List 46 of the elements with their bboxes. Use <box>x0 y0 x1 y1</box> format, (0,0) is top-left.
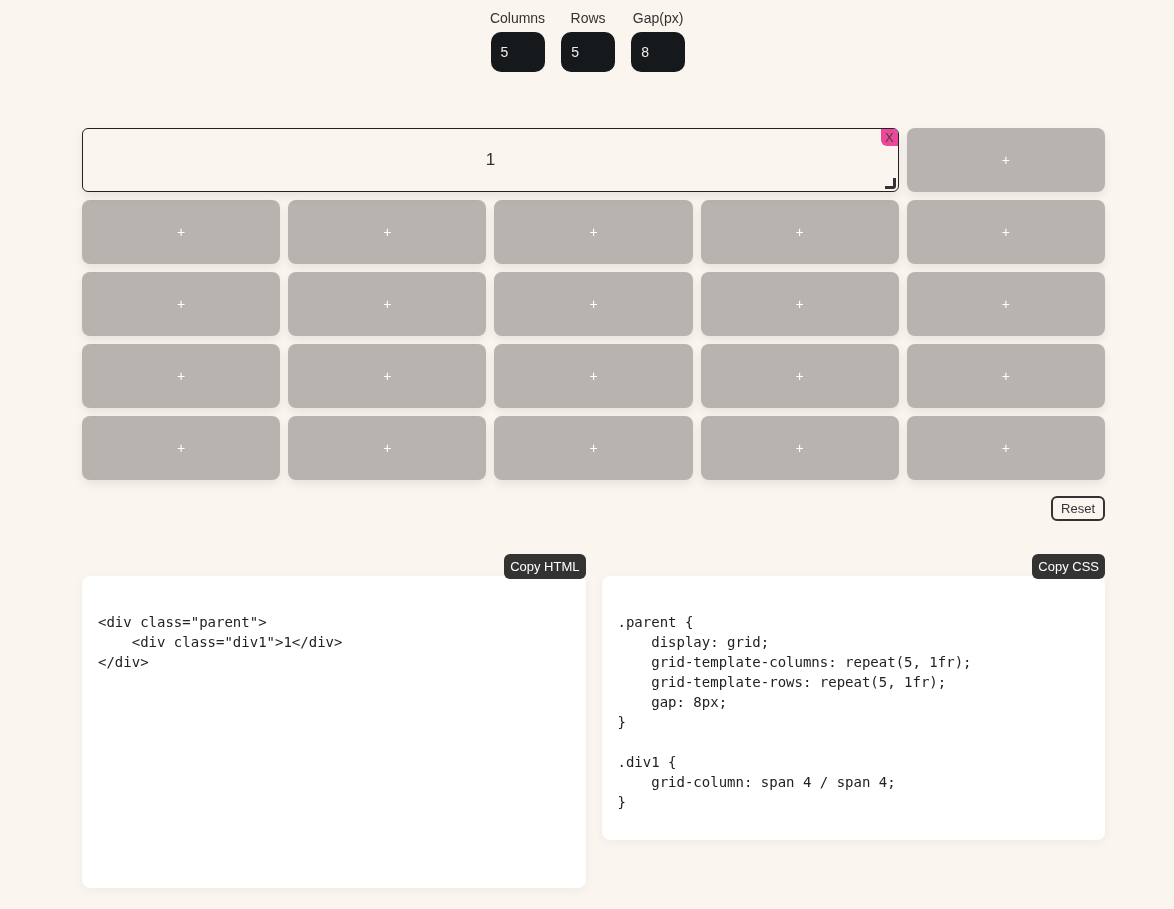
add-cell-button[interactable]: + <box>82 200 281 264</box>
add-cell-button[interactable]: + <box>494 344 693 408</box>
add-cell-button[interactable]: + <box>288 344 487 408</box>
code-line: } <box>617 793 627 812</box>
field-label: Gap(px) <box>632 10 684 26</box>
code-line: .parent { <box>617 613 695 632</box>
copy-button[interactable]: Copy CSS <box>1032 554 1105 579</box>
add-cell-button[interactable]: + <box>700 416 899 480</box>
number-field[interactable]: 8 <box>631 32 686 72</box>
add-cell-button[interactable]: + <box>906 416 1105 480</box>
add-cell-button[interactable]: + <box>906 344 1105 408</box>
code-line: <div class="parent"> <box>98 613 268 632</box>
add-cell-button[interactable]: + <box>906 128 1105 192</box>
number-field[interactable]: 5 <box>561 32 616 72</box>
add-cell-button[interactable]: + <box>700 272 899 336</box>
add-cell-button[interactable]: + <box>82 416 281 480</box>
code-line: display: grid; <box>650 633 771 652</box>
code-line: </div> <box>98 653 150 672</box>
code-line: <div class="div1">1</div> <box>130 633 344 652</box>
item-number: 1 <box>485 150 496 170</box>
field-label: Rows <box>570 10 606 26</box>
code-line: grid-column: span 4 / span 4; <box>650 773 897 792</box>
reset-button[interactable]: Reset <box>1051 496 1105 521</box>
add-cell-button[interactable]: + <box>700 344 899 408</box>
code-line: .div1 { <box>617 753 678 772</box>
field-label: Columns <box>489 10 546 26</box>
code-line: } <box>617 713 627 732</box>
add-cell-button[interactable]: + <box>700 200 899 264</box>
add-cell-button[interactable]: + <box>906 200 1105 264</box>
add-cell-button[interactable]: + <box>906 272 1105 336</box>
code-line: grid-template-columns: repeat(5, 1fr); <box>650 653 973 672</box>
add-cell-button[interactable]: + <box>494 272 693 336</box>
code-line: gap: 8px; <box>650 693 729 712</box>
add-cell-button[interactable]: + <box>494 200 693 264</box>
add-cell-button[interactable]: + <box>288 416 487 480</box>
grid-item[interactable]: 1 X <box>82 128 899 192</box>
add-cell-button[interactable]: + <box>82 272 281 336</box>
add-cell-button[interactable]: + <box>288 200 487 264</box>
add-cell-button[interactable]: + <box>288 272 487 336</box>
number-field[interactable]: 5 <box>490 32 545 72</box>
copy-button[interactable]: Copy HTML <box>504 554 586 579</box>
add-cell-button[interactable]: + <box>82 344 281 408</box>
add-cell-button[interactable]: + <box>494 416 693 480</box>
resize-handle-icon[interactable] <box>883 177 896 189</box>
remove-button[interactable]: X <box>880 129 898 146</box>
code-line: grid-template-rows: repeat(5, 1fr); <box>650 673 948 692</box>
